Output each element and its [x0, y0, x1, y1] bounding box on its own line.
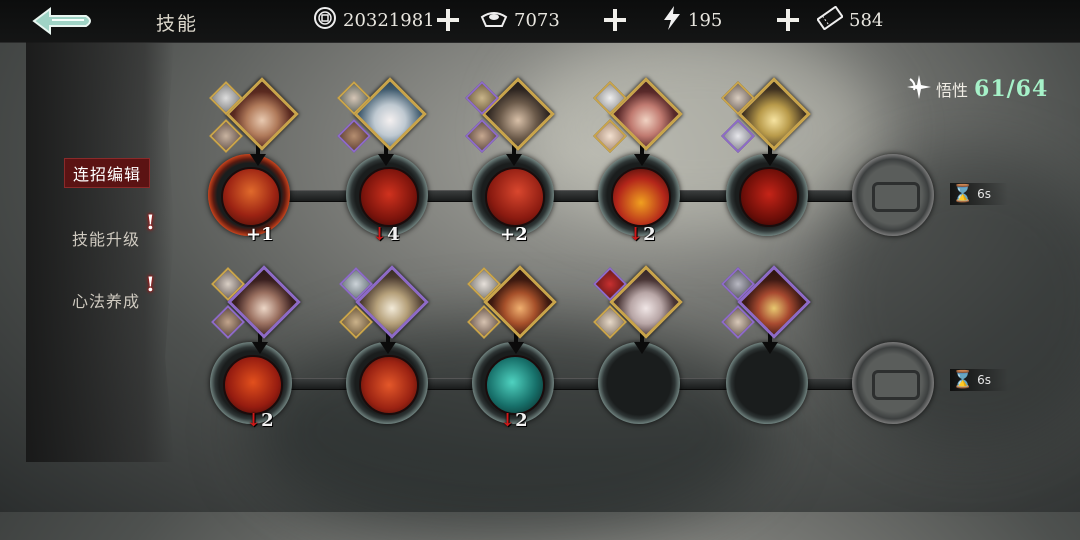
insight-label: 悟性 [936, 81, 969, 100]
combo-slot[interactable] [346, 342, 428, 424]
add-coin-button[interactable] [436, 8, 460, 32]
currency-energy: 195 [662, 6, 722, 34]
energy-bolt-icon [662, 5, 682, 35]
modifier-label: +1 [246, 224, 274, 245]
locked-slot[interactable] [852, 342, 934, 424]
back-arrow-icon[interactable] [28, 6, 96, 36]
insight-meter: 悟性 61/64 [906, 74, 1048, 104]
empty-slot[interactable] [598, 342, 680, 424]
locked-slot[interactable] [852, 154, 934, 236]
down-arrow-icon: ↓ [628, 224, 644, 245]
ticket-value: 584 [849, 9, 884, 31]
modifier-label: ↓2 [628, 224, 656, 245]
silver-ingot-icon [480, 7, 508, 33]
cooldown-timer: ⌛ 6s [950, 369, 1008, 391]
modifier-label: +2 [500, 224, 528, 245]
alert-badge: ! [146, 210, 155, 234]
sidebar-item-skill-upgrade[interactable]: 技能升级 [64, 224, 148, 252]
hourglass-icon: ⌛ [952, 370, 974, 390]
skill-icon [485, 167, 545, 227]
sidebar-item-combo-edit[interactable]: 连招编辑 [64, 158, 151, 188]
lock-icon [872, 370, 920, 400]
add-silver-button[interactable] [603, 8, 627, 32]
coin-value: 20321981 [343, 9, 435, 31]
coin-icon [313, 6, 337, 34]
hourglass-icon: ⌛ [952, 184, 974, 204]
alert-badge: ! [146, 272, 155, 296]
top-bar: 技能 20321981 7073 195 584 [0, 0, 1080, 43]
timer-value: 6s [977, 187, 992, 201]
sidebar-item-mind-cultivation[interactable]: 心法养成 [64, 286, 148, 314]
skill-icon [611, 167, 671, 227]
skill-icon [359, 355, 419, 415]
skill-icon [485, 355, 545, 415]
sidebar [26, 42, 174, 462]
ticket-icon [816, 5, 844, 34]
skill-icon [221, 167, 281, 227]
currency-coin: 20321981 [313, 6, 435, 34]
page-title: 技能 [156, 13, 199, 35]
add-energy-button[interactable] [776, 8, 800, 32]
timer-value: 6s [977, 373, 992, 387]
modifier-label: ↓4 [372, 224, 400, 245]
empty-slot[interactable] [726, 342, 808, 424]
modifier-label: ↓2 [500, 410, 528, 431]
skill-icon [223, 355, 283, 415]
silver-value: 7073 [514, 9, 560, 31]
lock-icon [872, 182, 920, 212]
combo-slot[interactable] [726, 154, 808, 236]
currency-silver: 7073 [480, 6, 560, 34]
down-arrow-icon: ↓ [500, 410, 516, 431]
currency-ticket: 584 [816, 5, 884, 34]
sparkle-icon [906, 74, 932, 104]
cooldown-timer: ⌛ 6s [950, 183, 1008, 205]
modifier-label: ↓2 [246, 410, 274, 431]
skill-icon [739, 167, 799, 227]
insight-value: 61/64 [974, 76, 1049, 102]
energy-value: 195 [688, 9, 723, 31]
down-arrow-icon: ↓ [372, 224, 388, 245]
skill-icon [359, 167, 419, 227]
down-arrow-icon: ↓ [246, 410, 262, 431]
